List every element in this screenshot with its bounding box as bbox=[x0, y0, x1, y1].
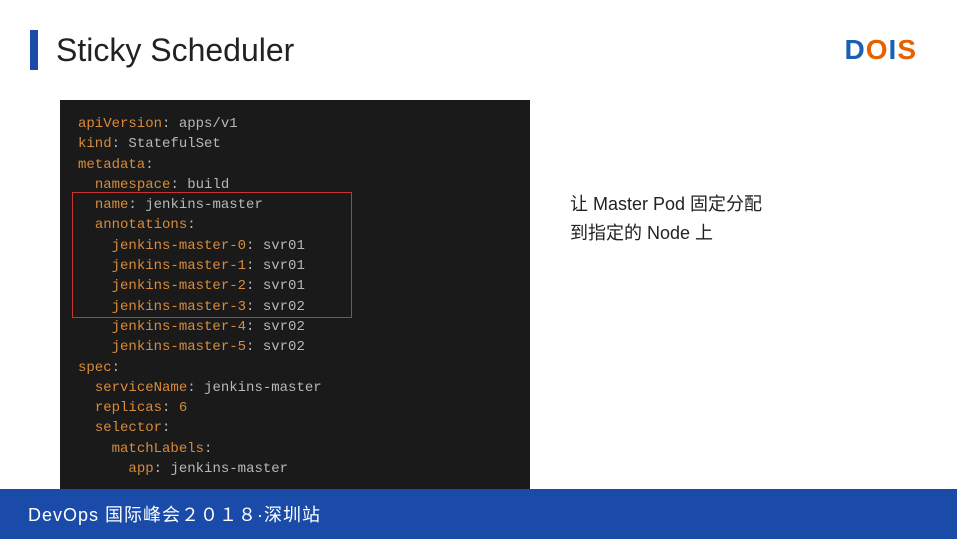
footer-text: DevOps 国际峰会２０１８·深圳站 bbox=[28, 505, 321, 525]
code-line: metadata: bbox=[78, 155, 512, 175]
code-line: name: jenkins-master bbox=[78, 195, 512, 215]
slide-content: apiVersion: apps/v1kind: StatefulSetmeta… bbox=[0, 80, 957, 513]
desc-line1: 让 Master Pod 固定分配 bbox=[570, 190, 850, 219]
code-line: replicas: 6 bbox=[78, 398, 512, 418]
slide-footer: DevOps 国际峰会２０１８·深圳站 bbox=[0, 489, 957, 539]
code-line: jenkins-master-5: svr02 bbox=[78, 337, 512, 357]
dois-logo: DOIS bbox=[845, 34, 917, 66]
code-line: spec: bbox=[78, 358, 512, 378]
code-lines-container: apiVersion: apps/v1kind: StatefulSetmeta… bbox=[78, 114, 512, 479]
code-line: jenkins-master-4: svr02 bbox=[78, 317, 512, 337]
slide-header: Sticky Scheduler DOIS bbox=[0, 0, 957, 80]
logo-letter-i: I bbox=[889, 34, 898, 65]
code-line: apiVersion: apps/v1 bbox=[78, 114, 512, 134]
title-wrap: Sticky Scheduler bbox=[30, 30, 294, 70]
logo-letter-d: D bbox=[845, 34, 866, 65]
logo-letter-s: S bbox=[897, 34, 917, 65]
code-line: selector: bbox=[78, 418, 512, 438]
code-line: annotations: bbox=[78, 215, 512, 235]
code-line: app: jenkins-master bbox=[78, 459, 512, 479]
code-line: jenkins-master-2: svr01 bbox=[78, 276, 512, 296]
code-line: jenkins-master-1: svr01 bbox=[78, 256, 512, 276]
code-line: matchLabels: bbox=[78, 439, 512, 459]
yaml-code-block: apiVersion: apps/v1kind: StatefulSetmeta… bbox=[60, 100, 530, 493]
code-line: serviceName: jenkins-master bbox=[78, 378, 512, 398]
code-line: kind: StatefulSet bbox=[78, 134, 512, 154]
logo-letter-o: O bbox=[866, 34, 889, 65]
slide-title: Sticky Scheduler bbox=[56, 32, 294, 69]
description-text: 让 Master Pod 固定分配 到指定的 Node 上 bbox=[570, 190, 850, 248]
desc-line2: 到指定的 Node 上 bbox=[570, 219, 850, 248]
code-line: namespace: build bbox=[78, 175, 512, 195]
title-accent-bar bbox=[30, 30, 38, 70]
code-line: jenkins-master-3: svr02 bbox=[78, 297, 512, 317]
code-line: jenkins-master-0: svr01 bbox=[78, 236, 512, 256]
